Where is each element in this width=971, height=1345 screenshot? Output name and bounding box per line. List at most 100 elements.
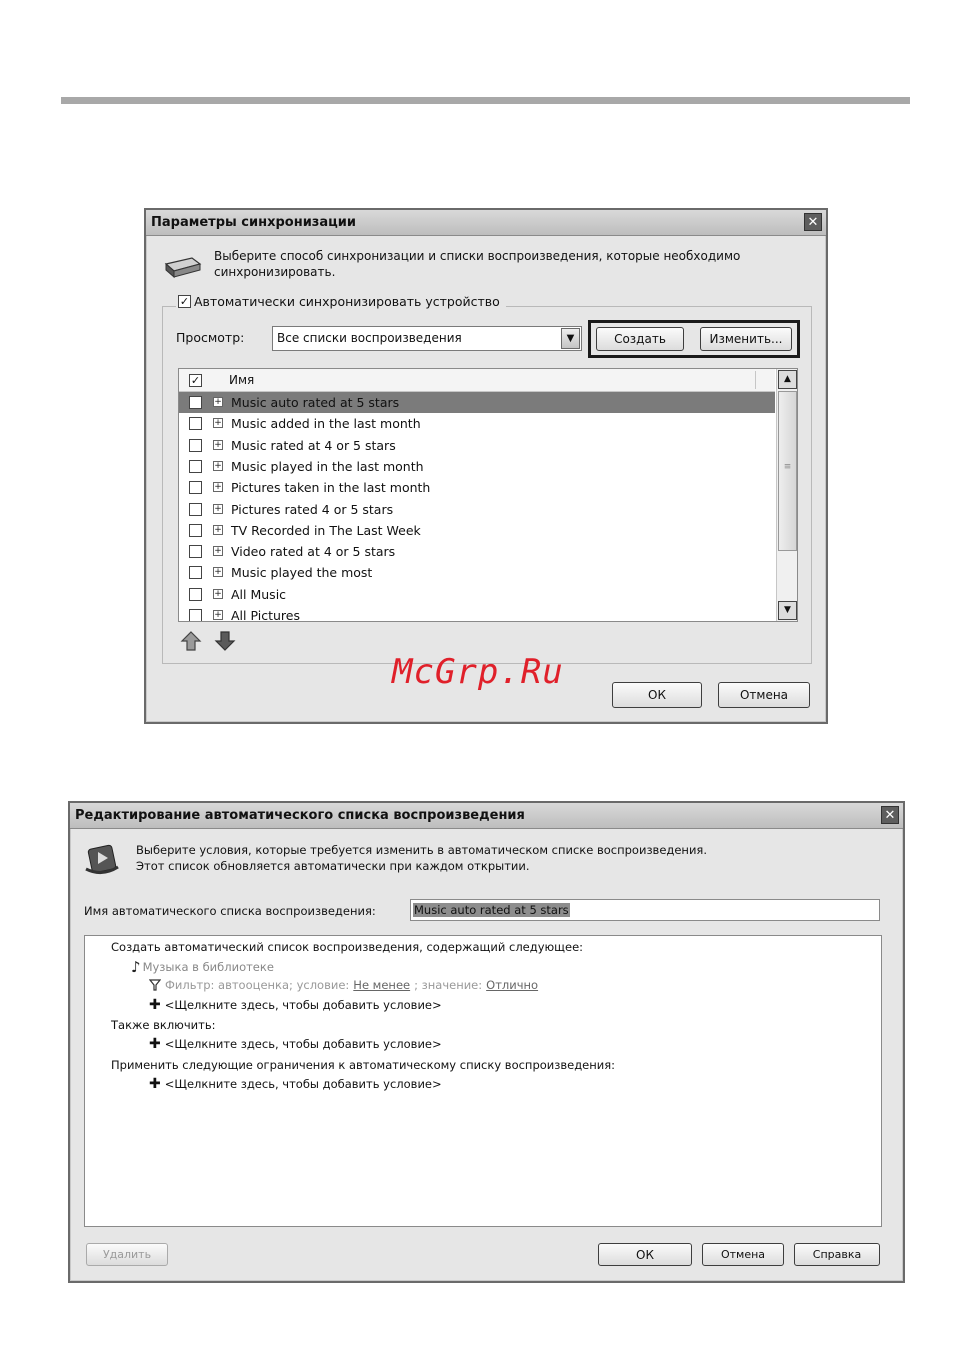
- playlist-checkbox[interactable]: [189, 438, 202, 452]
- chevron-down-icon[interactable]: ▼: [561, 328, 580, 349]
- playlist-row[interactable]: + Music rated at 4 or 5 stars: [179, 435, 775, 456]
- device-icon: [164, 257, 202, 279]
- expand-icon[interactable]: +: [213, 439, 223, 450]
- scroll-up-button[interactable]: ▲: [778, 370, 797, 389]
- help-button[interactable]: Справка: [794, 1243, 880, 1266]
- playlist-label: Music played the most: [231, 565, 373, 581]
- view-select[interactable]: Все списки воспроизведения ▼: [272, 326, 582, 351]
- playlist-row[interactable]: + Music played in the last month: [179, 456, 775, 477]
- filter-prefix: Фильтр: автооценка; условие:: [165, 978, 350, 992]
- create-button[interactable]: Создать: [596, 327, 684, 351]
- playlist-checkbox[interactable]: [189, 396, 202, 409]
- playlist-checkbox[interactable]: [189, 417, 202, 431]
- playlist-row[interactable]: + Music added in the last month: [179, 413, 775, 434]
- plus-icon: ✚: [149, 1076, 161, 1092]
- filter-rule: Фильтр: автооценка; условие: Не менее ; …: [149, 978, 538, 992]
- playlist-checkbox[interactable]: [189, 502, 202, 516]
- playlist-checkbox[interactable]: [189, 587, 202, 601]
- playlist-checkbox[interactable]: [189, 481, 202, 495]
- playlist-label: All Pictures: [231, 608, 300, 622]
- playlist-checkbox[interactable]: [189, 609, 202, 621]
- filter-mid: ; значение:: [414, 978, 483, 992]
- list-header: ✓ Имя: [179, 369, 775, 392]
- expand-icon[interactable]: +: [213, 482, 223, 493]
- add-condition-2-label: <Щелкните здесь, чтобы добавить условие>: [164, 1037, 442, 1051]
- scroll-thumb[interactable]: ≡: [778, 391, 797, 551]
- edit-button[interactable]: Изменить...: [700, 327, 792, 351]
- playlist-label: Music rated at 4 or 5 stars: [231, 437, 396, 453]
- playlist-row[interactable]: + Pictures taken in the last month: [179, 477, 775, 498]
- list-scrollbar[interactable]: ▲ ≡ ▼: [776, 369, 797, 621]
- create-heading: Создать автоматический список воспроизве…: [111, 940, 584, 954]
- auto-sync-label: Автоматически синхронизировать устройств…: [194, 294, 500, 309]
- expand-icon[interactable]: +: [213, 588, 223, 599]
- expand-icon[interactable]: +: [213, 397, 223, 407]
- page-header-rule: [61, 97, 910, 104]
- playlist-checkbox[interactable]: [189, 459, 202, 473]
- add-condition-3-label: <Щелкните здесь, чтобы добавить условие>: [164, 1077, 442, 1091]
- delete-button[interactable]: Удалить: [86, 1243, 168, 1266]
- playlist-row[interactable]: + Music played the most: [179, 562, 775, 583]
- expand-icon[interactable]: +: [213, 460, 223, 471]
- move-up-icon[interactable]: [180, 630, 202, 652]
- add-condition-1[interactable]: ✚ <Щелкните здесь, чтобы добавить услови…: [149, 997, 442, 1013]
- sync-settings-dialog: Параметры синхронизации ✕ Выберите спосо…: [144, 208, 828, 724]
- playlist-label: Video rated at 4 or 5 stars: [231, 544, 396, 560]
- playlist-row[interactable]: + Pictures rated 4 or 5 stars: [179, 499, 775, 520]
- sync-description: Выберите способ синхронизации и списки в…: [214, 249, 741, 279]
- filter-condition-link[interactable]: Не менее: [353, 978, 410, 992]
- apply-limits-heading: Применить следующие ограничения к автома…: [111, 1058, 616, 1072]
- library-item-label: Музыка в библиотеке: [142, 960, 274, 974]
- plus-icon: ✚: [149, 997, 161, 1013]
- expand-icon[interactable]: +: [213, 546, 223, 557]
- playlist-checkbox[interactable]: [189, 545, 202, 559]
- column-divider: [755, 371, 756, 389]
- view-select-value: Все списки воспроизведения: [277, 331, 462, 345]
- expand-icon[interactable]: +: [213, 567, 223, 578]
- watermark: McGrp.Ru: [392, 652, 564, 692]
- edit-description-line1: Выберите условия, которые требуется изме…: [136, 843, 708, 857]
- playlist-label: Music added in the last month: [231, 416, 421, 432]
- expand-icon[interactable]: +: [213, 503, 223, 514]
- add-condition-2[interactable]: ✚ <Щелкните здесь, чтобы добавить услови…: [149, 1036, 442, 1052]
- scroll-down-button[interactable]: ▼: [778, 601, 797, 620]
- playlist-name-label: Имя автоматического списка воспроизведен…: [84, 904, 376, 918]
- select-all-checkbox[interactable]: ✓: [189, 374, 202, 387]
- auto-sync-option[interactable]: ✓ Автоматически синхронизировать устройс…: [176, 294, 506, 309]
- cancel-button[interactable]: Отмена: [702, 1243, 784, 1266]
- expand-icon[interactable]: +: [213, 524, 223, 535]
- edit-dialog-title: Редактирование автоматического списка во…: [75, 808, 525, 823]
- filter-value-link[interactable]: Отлично: [486, 978, 538, 992]
- playlist-label: Pictures taken in the last month: [231, 480, 431, 496]
- playlist-name-input[interactable]: Music auto rated at 5 stars: [410, 899, 880, 921]
- also-include-heading: Также включить:: [111, 1018, 216, 1032]
- cancel-button[interactable]: Отмена: [718, 682, 810, 708]
- add-condition-3[interactable]: ✚ <Щелкните здесь, чтобы добавить услови…: [149, 1076, 442, 1092]
- playlist-name-value: Music auto rated at 5 stars: [413, 903, 570, 917]
- plus-icon: ✚: [149, 1036, 161, 1052]
- playlist-checkbox[interactable]: [189, 523, 202, 537]
- move-down-icon[interactable]: [214, 630, 236, 652]
- column-name-header[interactable]: Имя: [229, 373, 254, 387]
- playlist-row[interactable]: + All Pictures: [179, 605, 775, 622]
- playlist-row[interactable]: + Music auto rated at 5 stars: [179, 392, 775, 414]
- playlist-row[interactable]: + Video rated at 4 or 5 stars: [179, 541, 775, 562]
- playlist-label: Music auto rated at 5 stars: [231, 395, 400, 410]
- sync-dialog-title: Параметры синхронизации: [151, 215, 356, 230]
- close-button[interactable]: ✕: [804, 213, 822, 231]
- playlist-row[interactable]: + All Music: [179, 584, 775, 605]
- rules-panel[interactable]: Создать автоматический список воспроизве…: [84, 935, 882, 1227]
- playlist-row[interactable]: + TV Recorded in The Last Week: [179, 520, 775, 541]
- edit-dialog-titlebar: Редактирование автоматического списка во…: [70, 803, 903, 829]
- add-condition-1-label: <Щелкните здесь, чтобы добавить условие>: [164, 998, 442, 1012]
- auto-sync-checkbox[interactable]: ✓: [178, 295, 191, 308]
- playlist-checkbox[interactable]: [189, 566, 202, 580]
- ok-button[interactable]: ОК: [612, 682, 702, 708]
- close-button[interactable]: ✕: [881, 806, 899, 824]
- library-criterion[interactable]: ♪ Музыка в библиотеке: [131, 958, 274, 976]
- playlist-list[interactable]: ✓ Имя + Music auto rated at 5 stars + Music…: [178, 368, 798, 622]
- expand-icon[interactable]: +: [213, 418, 223, 429]
- expand-icon[interactable]: +: [213, 610, 223, 620]
- playlist-label: Pictures rated 4 or 5 stars: [231, 501, 394, 517]
- ok-button[interactable]: ОК: [598, 1243, 692, 1266]
